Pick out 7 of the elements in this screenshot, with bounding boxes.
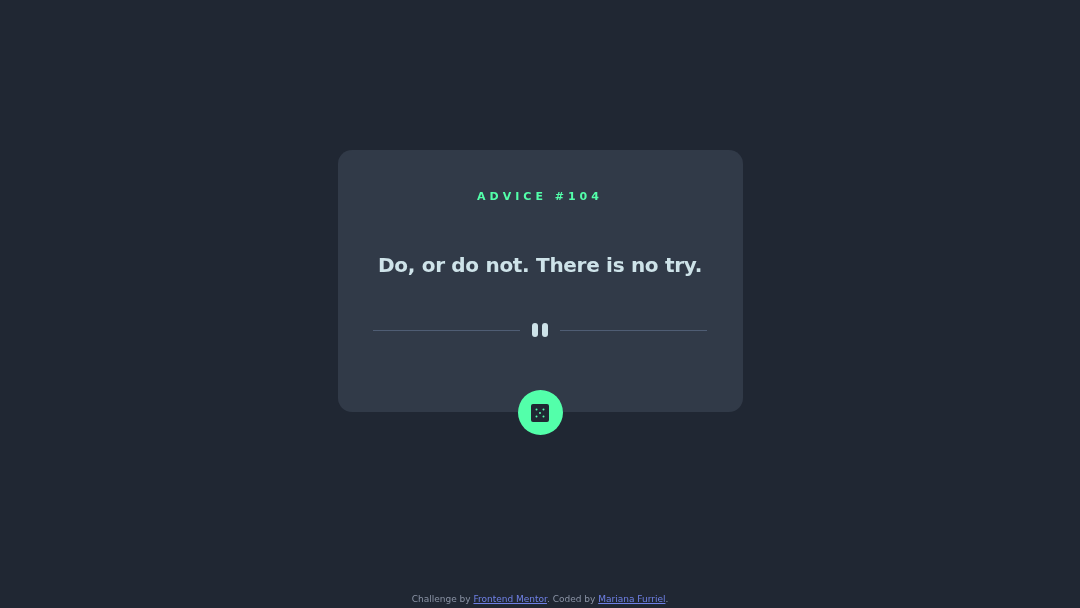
pause-icon <box>532 323 548 337</box>
dice-icon <box>531 403 549 422</box>
attribution-link[interactable]: Frontend Mentor <box>473 594 547 604</box>
attribution-text: Challenge by Frontend Mentor. Coded by Mariana Furriel. <box>411 594 669 604</box>
advice-quote: Do, or do not. There is no try. <box>378 253 702 277</box>
dice-button[interactable] <box>517 390 563 435</box>
advice-number: ADVICE #104 <box>477 190 603 203</box>
